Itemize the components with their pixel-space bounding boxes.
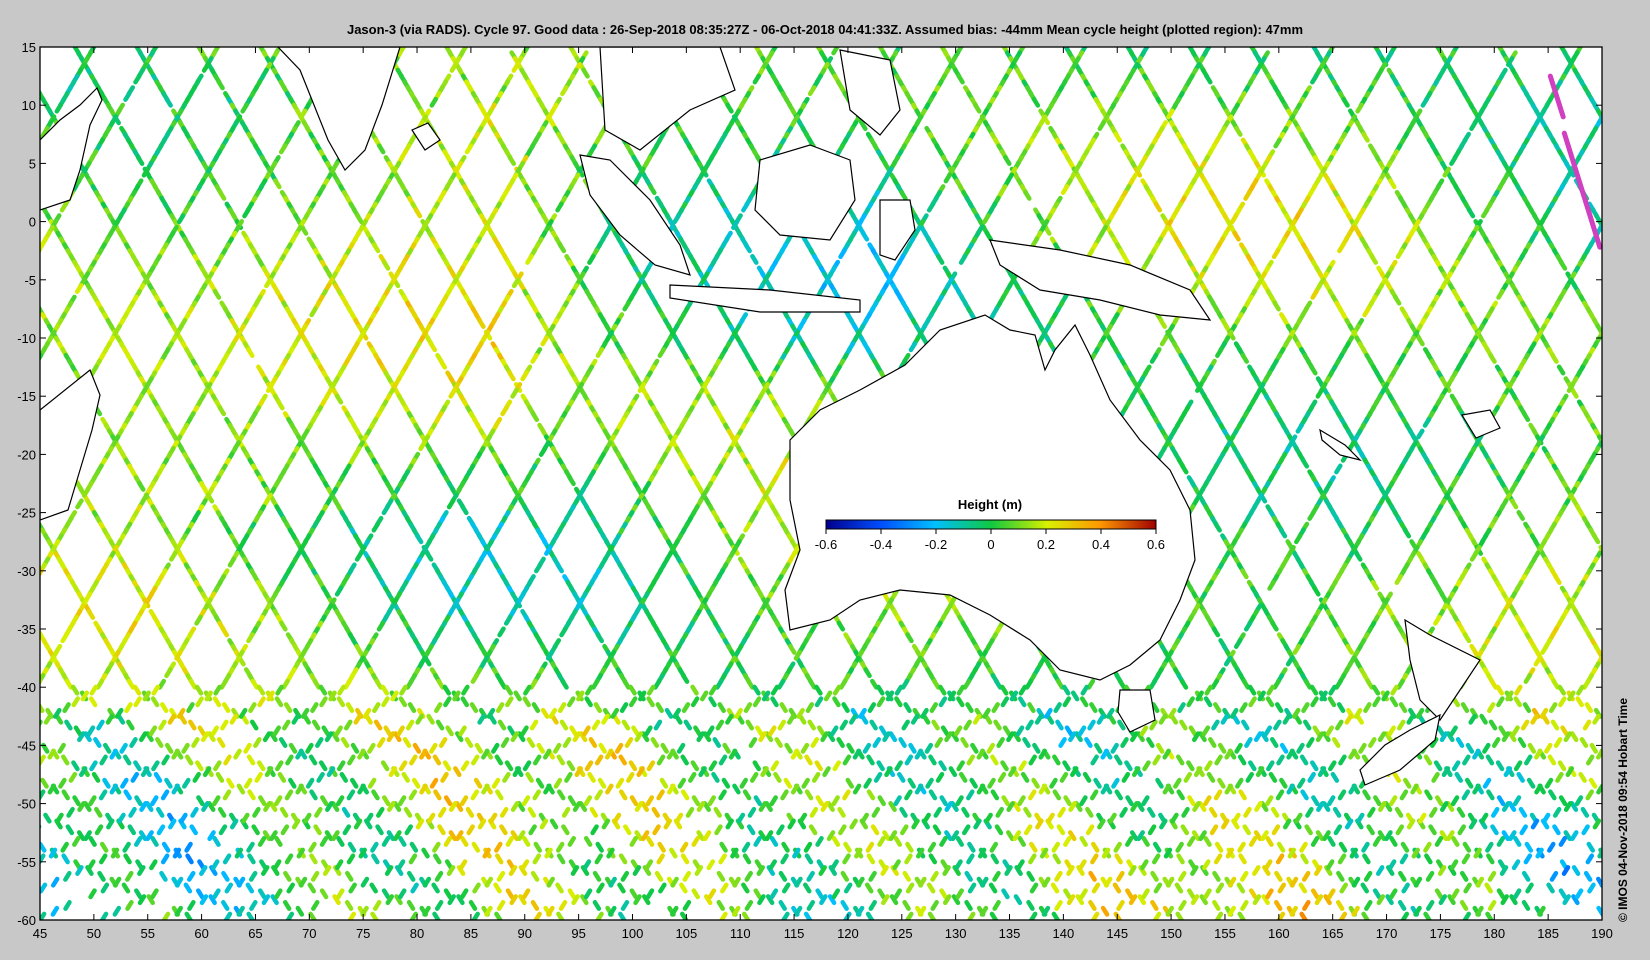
altimetry-track-segment: [29, 291, 33, 297]
altimetry-track-segment: [1614, 355, 1618, 361]
altimetry-track-segment: [1599, 655, 1602, 662]
altimetry-track-segment: [1611, 134, 1615, 140]
altimetry-track-segment: [22, 489, 26, 495]
altimetry-track-segment: [27, 611, 31, 617]
altimetry-track-segment: [24, 175, 28, 181]
altimetry-track-segment: [24, 378, 28, 384]
altimetry-track-segment: [32, 472, 36, 478]
altimetry-track-segment: [34, 361, 38, 367]
altimetry-track-segment: [20, 600, 24, 606]
altimetry-track-segment: [33, 146, 37, 152]
altimetry-track-segment: [33, 82, 37, 88]
altimetry-track-segment: [1605, 122, 1609, 128]
altimetry-track-segment: [1608, 344, 1612, 350]
altimetry-track-segment: [27, 588, 31, 594]
altimetry-track-segment: [1609, 454, 1613, 460]
altimetry-track-segment: [1621, 151, 1625, 157]
altimetry-track-segment: [40, 824, 42, 830]
altimetry-track-segment: [31, 186, 35, 192]
altimetry-track-segment: [1611, 565, 1615, 571]
altimetry-track-segment: [1607, 559, 1611, 565]
altimetry-track-segment: [27, 373, 31, 379]
altimetry-track-segment: [1618, 146, 1622, 152]
altimetry-track-segment: [1611, 914, 1615, 920]
altimetry-track-segment: [1606, 233, 1610, 239]
altimetry-track-segment: [1606, 448, 1610, 454]
altimetry-track-segment: [23, 163, 27, 169]
altimetry-track-segment: [24, 832, 28, 838]
altimetry-track-segment: [32, 774, 36, 780]
altimetry-track-segment: [40, 521, 42, 527]
altimetry-track-segment: [40, 413, 41, 415]
altimetry-track-segment: [24, 605, 28, 611]
altimetry-track-segment: [1610, 239, 1614, 245]
altimetry-track-segment: [1612, 675, 1616, 681]
altimetry-track-segment: [40, 305, 43, 312]
altimetry-track-segment: [32, 256, 36, 262]
altimetry-track-segment: [17, 378, 21, 384]
altimetry-track-segment: [1609, 669, 1613, 675]
altimetry-track-segment: [40, 248, 42, 254]
altimetry-track-segment: [1613, 245, 1617, 251]
altimetry-track-segment: [17, 594, 21, 600]
altimetry-track-segment: [32, 297, 36, 303]
altimetry-track-segment: [31, 582, 35, 588]
altimetry-track-segment: [26, 483, 30, 489]
altimetry-track-segment: [1620, 256, 1624, 262]
altimetry-track-segment: [18, 163, 22, 169]
altimetry-track-segment: [1613, 460, 1617, 466]
altimetry-track-segment: [24, 594, 28, 600]
altimetry-track-segment: [19, 274, 23, 280]
altimetry-track-segment: [29, 891, 33, 897]
altimetry-track-segment: [1601, 552, 1602, 554]
altimetry-track-segment: [27, 728, 31, 734]
altimetry-track-segment: [1614, 571, 1618, 577]
altimetry-track-segment: [17, 832, 21, 838]
altimetry-map: 45 50 55 60 65 70 75 80 85 90 95 100 105 110 115 120 125…: [17, 40, 1625, 941]
altimetry-track-segment: [1616, 681, 1620, 687]
altimetry-track-segment: [1621, 367, 1625, 373]
altimetry-track-segment: [17, 175, 21, 181]
altimetry-track-segment: [1611, 349, 1615, 355]
altimetry-track-segment: [1616, 466, 1620, 472]
altimetry-track-segment: [29, 477, 33, 483]
altimetry-track-segment: [19, 495, 23, 501]
altimetry-track-segment: [26, 70, 30, 76]
altimetry-track-segment: [1615, 140, 1619, 146]
altimetry-track-segment: [22, 768, 26, 774]
altimetry-track-segment: [17, 605, 21, 611]
altimetry-track-segment: [19, 768, 23, 774]
altimetry-track-segment: [28, 181, 32, 187]
altimetry-track-segment: [29, 76, 33, 82]
altimetry-track-segment: [1608, 128, 1612, 134]
altimetry-track-segment: [29, 699, 33, 705]
altimetry-track-segment: [40, 197, 41, 201]
altimetry-track-segment: [1611, 885, 1615, 891]
altimetry-track-segment: [1600, 440, 1602, 446]
altimetry-track-segment: [1617, 576, 1621, 582]
altimetry-track-segment: [40, 678, 43, 686]
altimetry-track-segment: [30, 763, 34, 769]
altimetry-track-segment: [21, 600, 25, 606]
altimetry-track-segment: [1605, 716, 1609, 722]
altimetry-track-segment: [1604, 338, 1608, 344]
altimetry-track-segment: [1618, 361, 1622, 367]
altimetry-track-segment: [1616, 250, 1620, 256]
altimetry-track-segment: [20, 169, 24, 175]
altimetry-track-segment: [22, 495, 26, 501]
altimetry-track-segment: [21, 169, 25, 175]
altimetry-track-segment: [1606, 664, 1610, 670]
altimetry-track-segment: [23, 64, 27, 70]
altimetry-track-segment: [1605, 821, 1609, 827]
altimetry-track-segment: [29, 838, 33, 844]
altimetry-track-segment: [40, 463, 42, 470]
altimetry-track-segment: [19, 489, 23, 495]
altimetry-track-segment: [1621, 582, 1625, 588]
altimetry-track-segment: [1619, 472, 1623, 478]
altimetry-track-segment: [19, 58, 23, 64]
altimetry-track-segment: [30, 367, 34, 373]
